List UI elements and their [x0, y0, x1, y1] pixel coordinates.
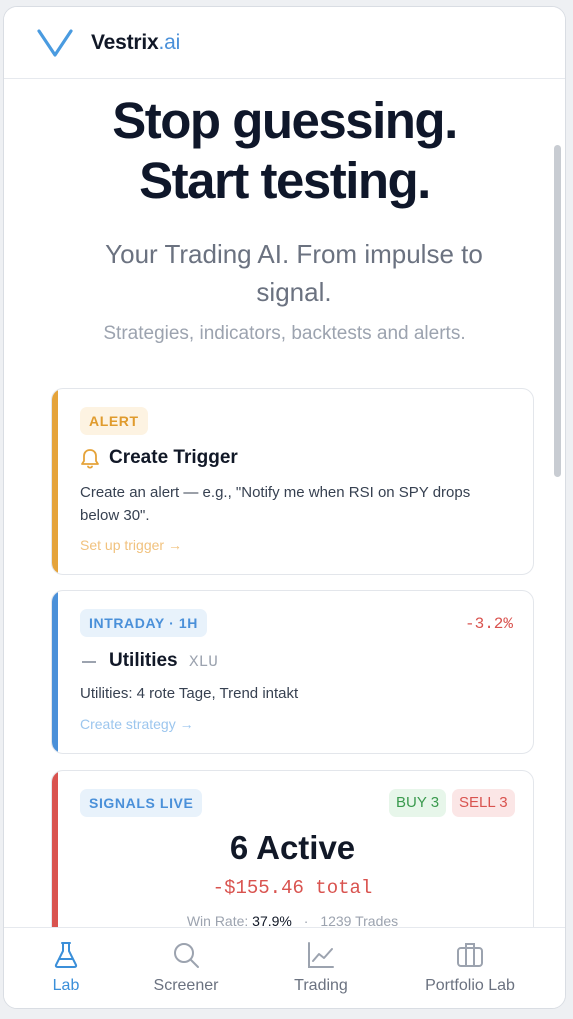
alert-card-title: Create Trigger — [109, 447, 238, 468]
chart-line-icon — [308, 942, 334, 968]
brand-main: Vestrix — [91, 31, 159, 54]
brand-suffix: .ai — [158, 31, 181, 54]
create-strategy-link[interactable]: Create strategy → — [80, 716, 194, 732]
flask-icon — [54, 942, 78, 968]
intraday-badge: INTRADAY · 1H — [80, 609, 207, 637]
app-header: Vestrix.ai — [4, 7, 565, 79]
tab-lab[interactable]: Lab — [24, 928, 108, 1008]
set-up-trigger-link[interactable]: Set up trigger → — [80, 537, 182, 553]
sell-count-badge: SELL 3 — [452, 789, 515, 817]
tab-trading[interactable]: Trading — [271, 928, 371, 1008]
tab-label: Portfolio Lab — [425, 977, 515, 994]
tab-portfolio-lab[interactable]: Portfolio Lab — [410, 928, 530, 1008]
signals-live-badge: SIGNALS LIVE — [80, 789, 203, 817]
card-accent-bar — [52, 389, 58, 574]
hero-title: Stop guessing. Start testing. — [4, 91, 565, 211]
total-pnl: -$155.46 total — [212, 877, 373, 899]
active-count: 6 Active — [229, 829, 356, 866]
intraday-card[interactable]: INTRADAY · 1H -3.2% Utilities XLU Utilit… — [51, 590, 534, 754]
bottom-tab-bar: Lab Screener Trading Portfolio Lab — [4, 927, 565, 1008]
tab-label: Lab — [52, 977, 80, 994]
alert-badge: ALERT — [80, 407, 148, 435]
change-percent: -3.2% — [464, 615, 513, 633]
alert-card[interactable]: ALERT Create Trigger Create an alert — e… — [51, 388, 534, 575]
ticker-symbol: XLU — [189, 653, 218, 671]
alert-card-description: Create an alert — e.g., "Notify me when … — [80, 484, 471, 524]
vestrix-logo-icon[interactable] — [37, 27, 73, 59]
hero-title-line-1: Stop guessing. — [112, 92, 458, 149]
tab-screener[interactable]: Screener — [134, 928, 238, 1008]
tab-label: Screener — [153, 977, 219, 994]
flat-trend-icon — [82, 661, 96, 663]
brand-name[interactable]: Vestrix.ai — [91, 31, 180, 55]
bell-icon — [81, 449, 99, 469]
buy-count-badge: BUY 3 — [389, 789, 447, 817]
card-accent-bar — [52, 591, 58, 753]
intraday-card-title: Utilities — [109, 650, 178, 671]
tab-label: Trading — [294, 977, 348, 994]
hero-tagline: Strategies, indicators, backtests and al… — [103, 323, 466, 344]
briefcase-icon — [457, 943, 483, 967]
app-frame: Vestrix.ai Stop guessing. Start testing.… — [3, 6, 566, 1009]
intraday-card-description: Utilities: 4 rote Tage, Trend intakt — [80, 685, 299, 702]
search-icon — [174, 943, 199, 968]
hero-title-line-2: Start testing. — [139, 152, 431, 209]
hero-subtitle: Your Trading AI. From impulse to signal. — [105, 239, 483, 307]
